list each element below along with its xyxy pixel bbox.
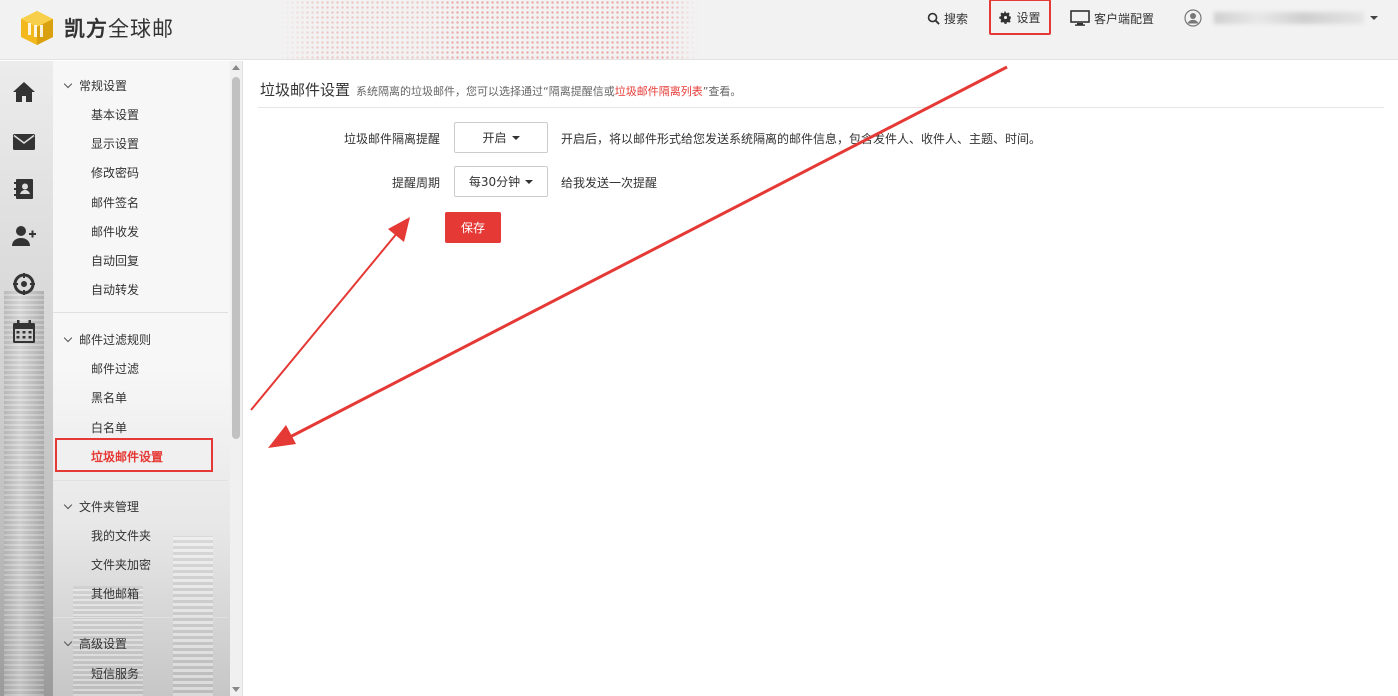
logo-text-rest: 全球邮 <box>108 17 174 41</box>
sidebar-item-display-settings[interactable]: 显示设置 <box>91 135 139 152</box>
period-hint: 给我发送一次提醒 <box>561 176 658 190</box>
sidebar-item-change-password[interactable]: 修改密码 <box>91 164 139 181</box>
contacts-icon[interactable] <box>10 175 38 203</box>
monitor-icon <box>1070 10 1090 26</box>
page-header: 垃圾邮件设置 系统隔离的垃圾邮件，您可以选择通过“隔离提醒信或垃圾邮件隔离列表”… <box>260 79 741 100</box>
caret-down-icon <box>511 135 520 140</box>
compass-icon[interactable] <box>10 270 38 298</box>
sidebar-item-spam-settings[interactable]: 垃圾邮件设置 <box>55 438 213 472</box>
gear-icon <box>999 10 1012 24</box>
sidebar-item-auto-reply[interactable]: 自动回复 <box>91 252 139 269</box>
sidebar-item-signature[interactable]: 邮件签名 <box>91 194 139 211</box>
sidebar-item-blacklist[interactable]: 黑名单 <box>91 389 127 406</box>
page-title: 垃圾邮件设置 <box>260 81 351 99</box>
settings-sidebar: 常规设置 基本设置 显示设置 修改密码 邮件签名 邮件收发 自动回复 自动转发 … <box>53 61 243 696</box>
mail-icon[interactable] <box>10 128 38 156</box>
settings-label: 设置 <box>1016 10 1041 25</box>
chevron-down-icon <box>63 637 73 646</box>
group-general-settings[interactable]: 常规设置 <box>63 77 128 94</box>
group-title: 常规设置 <box>79 79 128 93</box>
chevron-down-icon <box>63 333 73 342</box>
period-select[interactable]: 每30分钟 <box>454 166 548 197</box>
reminder-toggle-select[interactable]: 开启 <box>454 122 548 153</box>
chevron-down-icon <box>63 500 73 509</box>
settings-button[interactable]: 设置 <box>989 0 1051 35</box>
scroll-down-icon[interactable] <box>232 687 240 692</box>
sidebar-scrollbar[interactable] <box>230 61 242 696</box>
logo-text-bold: 凯方 <box>64 17 108 41</box>
user-menu[interactable] <box>1184 0 1378 36</box>
group-mail-filter-rules[interactable]: 邮件过滤规则 <box>63 331 152 348</box>
client-config-button[interactable]: 客户端配置 <box>1070 0 1154 36</box>
add-user-icon[interactable] <box>10 222 38 250</box>
group-title: 文件夹管理 <box>79 500 140 514</box>
search-button[interactable]: 搜索 <box>927 0 968 36</box>
group-folder-management[interactable]: 文件夹管理 <box>63 498 140 515</box>
calendar-icon[interactable] <box>10 318 38 346</box>
scroll-up-icon[interactable] <box>232 65 240 70</box>
group-title: 高级设置 <box>79 637 128 651</box>
desc-suffix: ”查看。 <box>702 85 742 98</box>
divider <box>53 617 228 618</box>
icon-sidebar <box>0 61 53 696</box>
search-label: 搜索 <box>944 11 969 26</box>
group-title: 邮件过滤规则 <box>79 333 152 347</box>
logo[interactable]: 凯方全球邮 <box>18 9 174 47</box>
top-header: 凯方全球邮 搜索 设置 客户端配置 <box>0 0 1398 60</box>
sidebar-item-send-receive[interactable]: 邮件收发 <box>91 223 139 240</box>
client-config-label: 客户端配置 <box>1094 11 1155 26</box>
user-name-blurred <box>1214 12 1364 24</box>
logo-text: 凯方全球邮 <box>64 13 174 43</box>
sidebar-item-other-mailbox[interactable]: 其他邮箱 <box>91 585 139 602</box>
sidebar-item-basic-settings[interactable]: 基本设置 <box>91 106 139 123</box>
world-map-decoration-2 <box>430 0 690 59</box>
search-icon <box>927 12 940 25</box>
reminder-label: 垃圾邮件隔离提醒 <box>343 132 440 146</box>
divider <box>53 480 228 481</box>
sidebar-item-auto-forward[interactable]: 自动转发 <box>91 281 139 298</box>
page-description: 系统隔离的垃圾邮件，您可以选择通过“隔离提醒信或垃圾邮件隔离列表”查看。 <box>356 83 741 99</box>
sidebar-item-mail-filter[interactable]: 邮件过滤 <box>91 360 139 377</box>
caret-down-icon <box>525 179 534 184</box>
sidebar-item-label: 垃圾邮件设置 <box>91 450 164 464</box>
building-decoration <box>4 291 44 696</box>
chevron-down-icon <box>1370 16 1378 20</box>
sidebar-item-folder-encryption[interactable]: 文件夹加密 <box>91 556 151 573</box>
save-button[interactable]: 保存 <box>445 212 501 243</box>
scrollbar-thumb[interactable] <box>232 77 240 439</box>
desc-prefix: 系统隔离的垃圾邮件，您可以选择通过“隔离提醒信或 <box>356 85 615 98</box>
home-icon[interactable] <box>10 78 38 106</box>
logo-icon <box>18 9 56 47</box>
group-advanced-settings[interactable]: 高级设置 <box>63 635 128 652</box>
chevron-down-icon <box>63 79 73 88</box>
divider <box>53 312 228 313</box>
sidebar-item-sms-service[interactable]: 短信服务 <box>91 665 139 682</box>
user-avatar-icon <box>1184 9 1202 27</box>
reminder-value: 开启 <box>482 131 507 145</box>
header-divider <box>258 107 1384 108</box>
main-content: 垃圾邮件设置 系统隔离的垃圾邮件，您可以选择通过“隔离提醒信或垃圾邮件隔离列表”… <box>244 61 1398 696</box>
sidebar-item-my-folders[interactable]: 我的文件夹 <box>91 527 151 544</box>
period-label: 提醒周期 <box>391 176 440 190</box>
spam-quarantine-list-link[interactable]: 垃圾邮件隔离列表 <box>615 85 703 98</box>
reminder-hint: 开启后，将以邮件形式给您发送系统隔离的邮件信息，包含发件人、收件人、主题、时间。 <box>561 132 1042 146</box>
period-value: 每30分钟 <box>468 175 521 189</box>
sidebar-item-whitelist[interactable]: 白名单 <box>91 419 127 436</box>
